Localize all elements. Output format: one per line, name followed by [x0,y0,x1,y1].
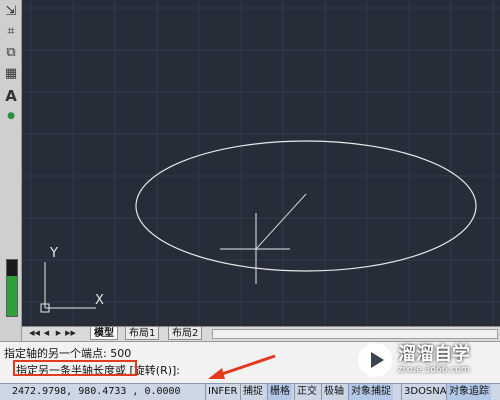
text-icon[interactable]: A [3,88,19,104]
horizontal-scrollbar[interactable] [212,329,498,339]
rubberband-line [255,193,307,250]
first-tab-button[interactable]: ◀◀ [29,328,40,339]
command-history-line: 指定轴的另一个端点: 500 [4,347,132,360]
ucs-y-label: Y [49,246,58,261]
ellipse[interactable] [135,140,477,272]
drawing-svg[interactable]: Y X [22,0,500,326]
osnap-toggle[interactable]: 对象捕捉 [348,384,393,400]
snap-toggle[interactable]: 捕捉 [240,384,265,400]
left-toolbar: ⇲ ⌗ ⧉ ▦ A ● [0,0,22,345]
next-tab-button[interactable]: ▶ [53,328,64,339]
polar-toggle[interactable]: 极轴 [321,384,346,400]
coordinate-readout: 2472.9798, 980.4733 , 0.0000 [12,386,181,397]
highlight-box [13,360,137,376]
insert-icon[interactable]: ⧉ [3,45,19,61]
stretch-icon[interactable]: ⇲ [3,4,19,20]
play-logo-icon [358,343,392,377]
otrack-toggle[interactable]: 对象追踪 [446,384,491,400]
gauge-fill [7,275,17,316]
grid-toggle[interactable]: 栅格 [267,384,292,400]
tab-layout2[interactable]: 布局2 [168,327,203,340]
last-tab-button[interactable]: ▶▶ [65,328,76,339]
drawing-canvas[interactable]: Y X [22,0,500,326]
trim-icon[interactable]: ⌗ [3,24,19,40]
infer-toggle[interactable]: INFER [205,384,239,400]
ortho-toggle[interactable]: 正交 [294,384,319,400]
tab-layout1[interactable]: 布局1 [125,327,160,340]
watermark: 溜溜自学 zixue.3d66.com [358,343,470,377]
watermark-title: 溜溜自学 [398,343,470,365]
grid [22,0,500,326]
watermark-url: zixue.3d66.com [398,364,470,375]
layout-tabs-bar: ◀◀ ◀ ▶ ▶▶ 模型 布局1 布局2 [22,326,500,341]
status-bar: 2472.9798, 980.4733 , 0.0000 INFER 捕捉 栅格… [0,383,500,400]
prev-tab-button[interactable]: ◀ [41,328,52,339]
memory-gauge [6,259,18,317]
tab-model[interactable]: 模型 [90,327,118,340]
ucs-x-label: X [95,293,104,308]
properties-icon[interactable]: ● [3,108,19,124]
table-icon[interactable]: ▦ [3,66,19,82]
